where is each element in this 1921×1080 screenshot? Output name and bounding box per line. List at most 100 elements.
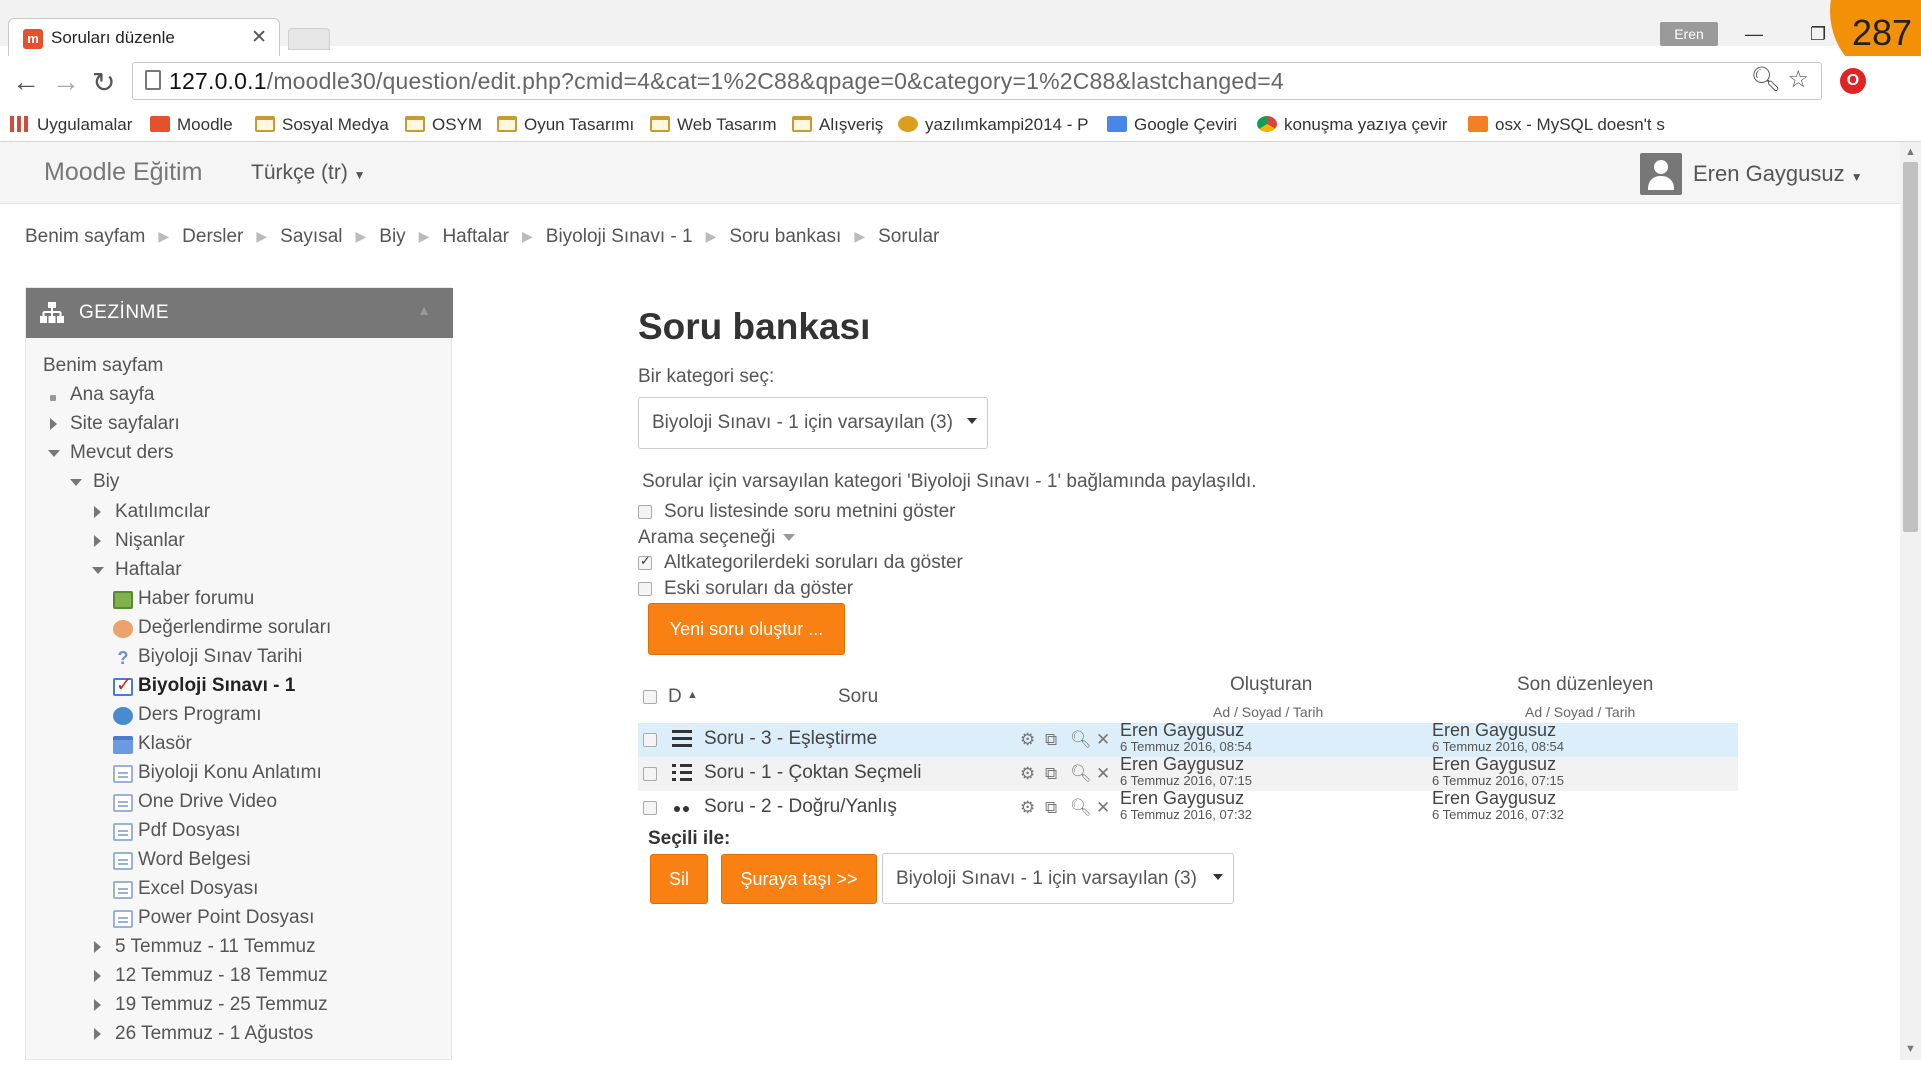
breadcrumb-item[interactable]: Biyoloji Sınavı - 1	[546, 226, 693, 247]
nav-item-week[interactable]: 19 Temmuz - 25 Temmuz	[115, 994, 328, 1016]
expand-icon[interactable]	[94, 999, 101, 1011]
expand-icon[interactable]	[94, 1028, 101, 1040]
bookmark-oyun-tasarimi[interactable]: Oyun Tasarımı	[497, 115, 634, 135]
row-checkbox[interactable]	[643, 801, 657, 815]
user-avatar[interactable]	[1640, 153, 1682, 195]
table-row[interactable]: Soru - 2 - Doğru/Yanlış ⚙ ⧉ 🔍︎ ✕ Eren Ga…	[638, 788, 1738, 825]
column-modified-sort[interactable]: Ad / Soyad / Tarih	[1525, 704, 1635, 720]
move-target-select[interactable]: Biyoloji Sınavı - 1 için varsayılan (3)	[882, 853, 1234, 904]
scrollbar-thumb[interactable]	[1903, 162, 1918, 532]
minimize-icon[interactable]: —	[1745, 24, 1763, 45]
nav-item-power-point[interactable]: Power Point Dosyası	[138, 907, 314, 929]
row-checkbox[interactable]	[643, 767, 657, 781]
nav-item-katilimcilar[interactable]: Katılımcılar	[115, 501, 210, 523]
bookmark-osx-mysql[interactable]: osx - MySQL doesn't s	[1468, 115, 1665, 135]
expand-icon[interactable]	[94, 970, 101, 982]
select-all-checkbox[interactable]	[643, 690, 657, 704]
breadcrumb-item[interactable]: Haftalar	[442, 226, 509, 247]
nav-item-biyoloji-sinavi-1[interactable]: Biyoloji Sınavı - 1	[138, 675, 295, 697]
nav-item-pdf-dosyasi[interactable]: Pdf Dosyası	[138, 820, 240, 842]
nav-item-ana-sayfa[interactable]: Ana sayfa	[70, 384, 155, 406]
breadcrumb-item[interactable]: Soru bankası	[729, 226, 841, 247]
nav-item-sinav-tarihi[interactable]: Biyoloji Sınav Tarihi	[138, 646, 302, 668]
gear-icon[interactable]: ⚙	[1020, 730, 1035, 750]
breadcrumb-item[interactable]: Benim sayfam	[25, 226, 145, 247]
delete-button[interactable]: Sil	[650, 854, 708, 904]
site-brand[interactable]: Moodle Eğitim	[44, 158, 202, 187]
collapse-icon[interactable]	[70, 479, 82, 486]
back-icon[interactable]: ←	[12, 66, 40, 98]
bookmark-sosyal-medya[interactable]: Sosyal Medya	[255, 115, 389, 135]
close-icon[interactable]: ✕	[251, 26, 267, 49]
expand-icon[interactable]	[94, 506, 101, 518]
bookmark-moodle[interactable]: Moodle	[150, 115, 233, 135]
url-input[interactable]: 127.0.0.1/moodle30/question/edit.php?cmi…	[132, 62, 1822, 100]
browser-tab-active[interactable]: m Soruları düzenle ✕	[8, 18, 280, 56]
nav-item-haber-forumu[interactable]: Haber forumu	[138, 588, 254, 610]
nav-item-klasor[interactable]: Klasör	[138, 733, 192, 755]
nav-item-excel-dosyasi[interactable]: Excel Dosyası	[138, 878, 258, 900]
table-row[interactable]: Soru - 1 - Çoktan Seçmeli ⚙ ⧉ 🔍︎ ✕ Eren …	[638, 754, 1738, 791]
breadcrumb-item[interactable]: Sorular	[878, 226, 939, 247]
delete-icon[interactable]: ✕	[1096, 764, 1110, 784]
language-menu[interactable]: Türkçe (tr) ▼	[251, 161, 366, 185]
profile-badge[interactable]: Eren	[1660, 22, 1718, 46]
move-button[interactable]: Şuraya taşı >>	[721, 854, 877, 904]
expand-icon[interactable]	[94, 941, 101, 953]
search-options-toggle[interactable]: Arama seçeneği	[638, 527, 796, 549]
extension-icon[interactable]: O	[1840, 68, 1866, 94]
zoom-icon[interactable]: 🔍︎	[1750, 66, 1780, 93]
duplicate-icon[interactable]: ⧉	[1045, 798, 1057, 818]
bookmark-yazilimkampi[interactable]: yazılımkampi2014 - P	[898, 115, 1088, 135]
breadcrumb-item[interactable]: Biy	[379, 226, 405, 247]
nav-item-mevcut-ders[interactable]: Mevcut ders	[70, 442, 173, 464]
duplicate-icon[interactable]: ⧉	[1045, 764, 1057, 784]
nav-item-benim-sayfam[interactable]: Benim sayfam	[43, 355, 163, 377]
nav-item-degerlendirme[interactable]: Değerlendirme soruları	[138, 617, 331, 639]
nav-item-word-belgesi[interactable]: Word Belgesi	[138, 849, 251, 871]
collapse-icon[interactable]: ▲	[417, 302, 431, 318]
breadcrumb-item[interactable]: Sayısal	[280, 226, 342, 247]
user-menu[interactable]: Eren Gaygusuz ▼	[1693, 161, 1863, 187]
column-created-sort[interactable]: Ad / Soyad / Tarih	[1213, 704, 1323, 720]
nav-item-konu-anlatimi[interactable]: Biyoloji Konu Anlatımı	[138, 762, 322, 784]
table-row[interactable]: Soru - 3 - Eşleştirme ⚙ ⧉ 🔍︎ ✕ Eren Gayg…	[638, 720, 1738, 757]
bookmark-alisveris[interactable]: Alışveriş	[792, 115, 883, 135]
nav-item-site-sayfalari[interactable]: Site sayfaları	[70, 413, 180, 435]
nav-item-one-drive-video[interactable]: One Drive Video	[138, 791, 277, 813]
nav-item-week[interactable]: 5 Temmuz - 11 Temmuz	[115, 936, 316, 958]
nav-item-biy[interactable]: Biy	[93, 471, 119, 493]
row-checkbox[interactable]	[643, 733, 657, 747]
delete-icon[interactable]: ✕	[1096, 730, 1110, 750]
column-type-sort[interactable]: D ▲	[668, 686, 698, 708]
column-question[interactable]: Soru	[838, 686, 878, 708]
preview-icon[interactable]: 🔍︎	[1070, 730, 1092, 750]
breadcrumb-item[interactable]: Dersler	[182, 226, 243, 247]
preview-icon[interactable]: 🔍︎	[1070, 764, 1092, 784]
expand-icon[interactable]	[50, 418, 57, 430]
gear-icon[interactable]: ⚙	[1020, 798, 1035, 818]
duplicate-icon[interactable]: ⧉	[1045, 730, 1057, 750]
restore-icon[interactable]: ❐	[1810, 24, 1826, 45]
new-tab-button[interactable]	[288, 28, 330, 50]
bookmark-web-tasarim[interactable]: Web Tasarım	[650, 115, 777, 135]
bookmark-apps[interactable]: Uygulamalar	[10, 115, 132, 135]
expand-icon[interactable]	[94, 535, 101, 547]
scroll-down-icon[interactable]: ▼	[1905, 1043, 1916, 1055]
create-question-button[interactable]: Yeni soru oluştur ...	[648, 603, 845, 655]
bookmark-osym[interactable]: OSYM	[405, 115, 482, 135]
nav-item-nisanlar[interactable]: Nişanlar	[115, 530, 185, 552]
nav-item-haftalar[interactable]: Haftalar	[115, 559, 182, 581]
delete-icon[interactable]: ✕	[1096, 798, 1110, 818]
collapse-icon[interactable]	[48, 450, 60, 457]
star-icon[interactable]: ☆	[1787, 66, 1809, 93]
bookmark-google-ceviri[interactable]: Google Çeviri	[1107, 115, 1237, 135]
navigation-block-header[interactable]: GEZİNME ▲	[26, 288, 453, 338]
old-questions-checkbox[interactable]	[638, 582, 652, 596]
reload-icon[interactable]: ↻	[92, 66, 115, 99]
gear-icon[interactable]: ⚙	[1020, 764, 1035, 784]
bookmark-konusma[interactable]: konuşma yazıya çevir	[1257, 115, 1447, 135]
forward-icon[interactable]: →	[52, 66, 80, 98]
scroll-up-icon[interactable]: ▲	[1905, 146, 1916, 158]
show-text-checkbox[interactable]	[638, 505, 652, 519]
